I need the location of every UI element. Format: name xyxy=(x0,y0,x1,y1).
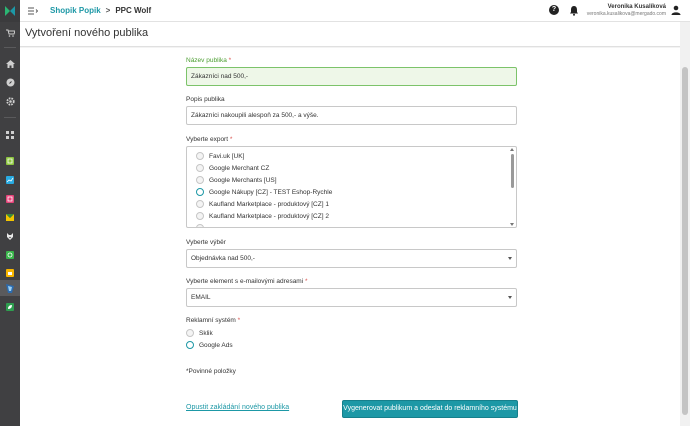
export-list[interactable]: Favi.uk [UK] Google Merchant CZ Google M… xyxy=(186,146,517,228)
radio-button[interactable] xyxy=(196,152,204,160)
email-element-label: Vyberte element s e-mailovými adresami * xyxy=(186,278,308,285)
cart-icon[interactable] xyxy=(3,27,17,39)
ad-system-option-sklik[interactable]: Sklik xyxy=(186,327,213,339)
wolf-app-icon[interactable] xyxy=(3,230,17,242)
breadcrumb-separator: > xyxy=(105,6,111,15)
page-title: Vytvoření nového publika xyxy=(25,27,149,39)
required-fields-note: *Povinné položky xyxy=(186,368,236,375)
help-icon[interactable]: ? xyxy=(549,5,559,15)
export-option[interactable]: Google Merchants [US] xyxy=(196,174,277,186)
scroll-down-arrow-icon[interactable] xyxy=(510,223,514,226)
chevron-down-icon xyxy=(508,257,512,260)
bell-icon[interactable] xyxy=(569,5,579,16)
ad-system-option-label: Sklik xyxy=(199,329,213,337)
export-option-label: Google Merchant CZ xyxy=(209,164,270,172)
submit-button[interactable]: Vygenerovat publikum a odeslat do reklam… xyxy=(342,400,518,418)
chevron-down-icon xyxy=(508,296,512,299)
export-option-label: Favi.uk [UK] xyxy=(209,152,245,160)
export-option[interactable]: Google Merchant CZ xyxy=(196,162,269,174)
email-element-value: EMAIL xyxy=(191,294,211,301)
export-option-selected[interactable]: Google Nákupy [CZ] - TEST Eshop-Rychle xyxy=(196,186,332,198)
apps-icon[interactable] xyxy=(3,129,17,141)
pink-app-icon[interactable] xyxy=(3,193,17,205)
chart-app-icon[interactable] xyxy=(3,174,17,186)
top-bar: Shopik Popik > PPC Wolf ? Veronika Kusalík… xyxy=(20,0,690,22)
selection-select[interactable]: Objednávka nad 500,- xyxy=(186,249,517,268)
export-option[interactable]: Favi.uk [UK] xyxy=(196,150,244,162)
audience-form: Název publika * Popis publika Vyberte ex… xyxy=(20,48,680,426)
description-label: Popis publika xyxy=(186,96,225,103)
export-option-partial[interactable] xyxy=(196,222,209,227)
page-scrollbar-thumb[interactable] xyxy=(682,67,688,415)
radio-button[interactable] xyxy=(186,329,194,337)
audience-description-input[interactable] xyxy=(186,106,517,125)
export-list-scroll-thumb[interactable] xyxy=(511,154,514,188)
ad-system-option-google-ads[interactable]: Google Ads xyxy=(186,339,233,351)
green-app-icon[interactable] xyxy=(3,249,17,261)
radio-button[interactable] xyxy=(196,200,204,208)
yellow-app-icon[interactable] xyxy=(3,267,17,279)
logo-icon[interactable] xyxy=(0,0,20,22)
export-option[interactable]: Kaufland Marketplace - produktový [CZ] 1 xyxy=(196,198,329,210)
page-header: Vytvoření nového publika xyxy=(20,22,680,47)
left-rail xyxy=(0,0,20,426)
email-element-select[interactable]: EMAIL xyxy=(186,288,517,307)
radio-button-checked[interactable] xyxy=(186,341,194,349)
radio-button-checked[interactable] xyxy=(196,188,204,196)
export-list-scrollbar[interactable] xyxy=(510,148,515,226)
scroll-up-arrow-icon[interactable] xyxy=(510,148,514,151)
ad-system-label: Reklamní systém * xyxy=(186,317,241,324)
export-option-label: Google Nákupy [CZ] - TEST Eshop-Rychle xyxy=(209,188,333,196)
user-name[interactable]: Veronika Kusalíková xyxy=(608,4,666,10)
cancel-link[interactable]: Opustit zakládání nového publika xyxy=(186,404,289,411)
radio-button[interactable] xyxy=(196,212,204,220)
home-icon[interactable] xyxy=(3,58,17,70)
heureka-app-icon[interactable] xyxy=(3,155,17,167)
avatar-icon[interactable] xyxy=(671,5,681,15)
user-email: veronika.kusalikova@mergado.com xyxy=(586,11,666,17)
export-option[interactable]: Kaufland Marketplace - produktový [CZ] 2 xyxy=(196,210,329,222)
radio-button[interactable] xyxy=(196,224,204,227)
name-label: Název publika * xyxy=(186,57,232,64)
export-option-label: Kaufland Marketplace - produktový [CZ] 1 xyxy=(209,200,329,208)
export-option-label: Kaufland Marketplace - produktový [CZ] 2 xyxy=(209,212,329,220)
settings-icon[interactable] xyxy=(3,95,17,107)
ad-system-option-label: Google Ads xyxy=(199,341,233,349)
menu-toggle-icon[interactable] xyxy=(28,6,39,16)
radio-button[interactable] xyxy=(196,164,204,172)
selection-value: Objednávka nad 500,- xyxy=(191,255,255,262)
selection-label: Vyberte výběr xyxy=(186,239,226,246)
radio-button[interactable] xyxy=(196,176,204,184)
compass-icon[interactable] xyxy=(3,76,17,88)
leaf-app-icon[interactable] xyxy=(3,301,17,313)
mailchimp-app-icon[interactable] xyxy=(3,211,17,223)
breadcrumb: Shopik Popik > PPC Wolf xyxy=(50,6,151,15)
breadcrumb-current: PPC Wolf xyxy=(115,6,152,15)
ppc-wolf-app-icon[interactable] xyxy=(3,282,17,294)
breadcrumb-shop-link[interactable]: Shopik Popik xyxy=(50,6,101,15)
audience-name-input[interactable] xyxy=(186,67,517,86)
export-option-label: Google Merchants [US] xyxy=(209,176,277,184)
export-label: Vyberte export * xyxy=(186,136,233,143)
